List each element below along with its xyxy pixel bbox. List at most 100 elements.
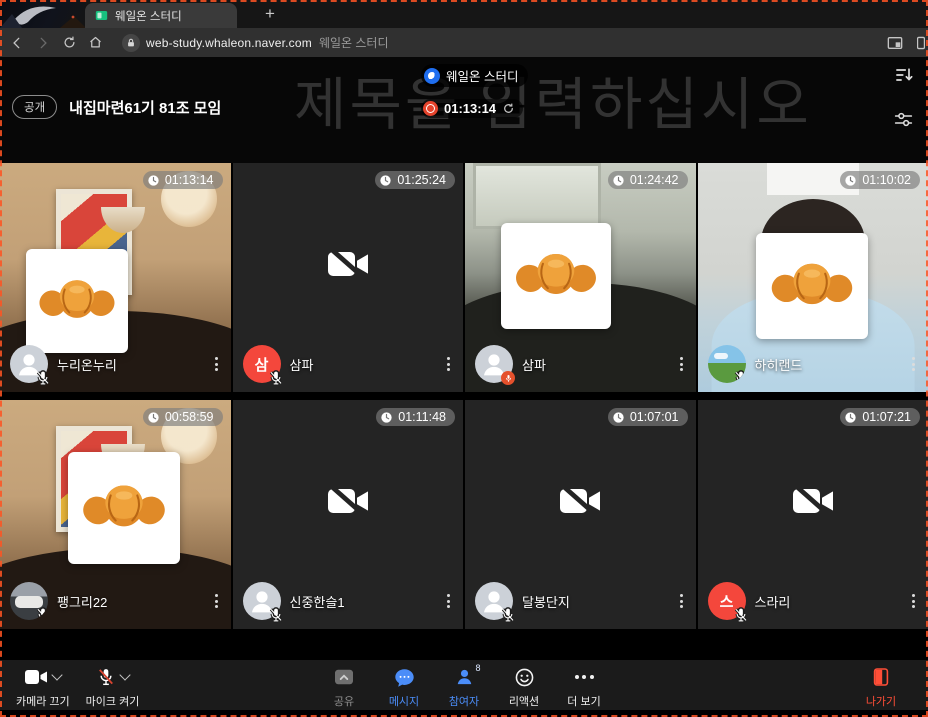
url-page-title: 웨일온 스터디 xyxy=(319,34,389,51)
room-title: 내집마련61기 81조 모임 xyxy=(69,97,221,118)
sync-icon[interactable] xyxy=(502,102,515,115)
mic-muted-icon xyxy=(268,607,284,623)
service-badge-label: 웨일온 스터디 xyxy=(446,66,518,85)
clock-icon xyxy=(844,174,857,187)
leave-door-icon xyxy=(873,667,889,687)
back-icon[interactable] xyxy=(4,32,30,54)
message-button[interactable]: 메시지 xyxy=(381,666,427,709)
chevron-down-icon[interactable] xyxy=(119,669,130,680)
mic-muted-icon xyxy=(268,370,284,386)
sidebar-icon[interactable] xyxy=(916,32,926,54)
participant-tile: 01:11:48 신중한슬1 xyxy=(233,400,464,629)
more-button[interactable]: 더 보기 xyxy=(561,666,607,709)
new-tab-button[interactable]: + xyxy=(258,2,282,26)
browser-url-bar: web-study.whaleon.naver.com 웨일온 스터디 xyxy=(0,28,928,57)
share-icon xyxy=(333,668,355,686)
croissant-image xyxy=(68,452,180,564)
avatar xyxy=(243,582,281,620)
lock-icon[interactable] xyxy=(122,34,140,52)
reaction-button[interactable]: 리액션 xyxy=(501,666,547,709)
tile-menu-button[interactable] xyxy=(907,352,920,376)
filter-icon[interactable] xyxy=(893,109,914,130)
elapsed-time-badge: 01:11:48 xyxy=(376,408,455,426)
mic-on-icon xyxy=(501,371,515,385)
browser-tab[interactable]: 웨일온 스터디 xyxy=(85,3,237,28)
mic-muted-icon xyxy=(96,667,116,687)
chevron-down-icon[interactable] xyxy=(52,669,63,680)
tile-menu-button[interactable] xyxy=(675,589,688,613)
video-decor xyxy=(473,163,601,229)
avatar xyxy=(475,345,513,383)
tile-menu-button[interactable] xyxy=(442,352,455,376)
avatar xyxy=(10,582,48,620)
tile-menu-button[interactable] xyxy=(907,589,920,613)
forward-icon[interactable] xyxy=(30,32,56,54)
camera-off-icon xyxy=(783,477,843,525)
participants-count: 8 xyxy=(475,663,480,673)
participant-tile: 01:13:14 누리온누리 xyxy=(0,163,231,392)
service-badge: 웨일온 스터디 xyxy=(421,64,528,87)
elapsed-time-badge: 01:07:01 xyxy=(608,408,688,426)
participant-tile: 01:07:01 달봉단지 xyxy=(465,400,696,629)
participant-name: 삼파 xyxy=(522,355,546,374)
participant-grid: 01:13:14 누리온누리 01:25:24 삼 삼파 xyxy=(0,163,928,629)
croissant-image xyxy=(501,223,611,329)
mic-muted-icon xyxy=(35,370,51,386)
tile-menu-button[interactable] xyxy=(210,352,223,376)
elapsed-time-badge: 01:07:21 xyxy=(840,408,920,426)
elapsed-time-badge: 01:13:14 xyxy=(143,171,223,189)
elapsed-timer: 01:13:14 xyxy=(421,99,523,118)
participant-tile: 00:58:59 팽그리22 xyxy=(0,400,231,629)
tile-menu-button[interactable] xyxy=(442,589,455,613)
meeting-header: 제목을 입력하십시오 웨일온 스터디 01:13:14 공개 내집마련61기 8… xyxy=(0,57,928,163)
home-icon[interactable] xyxy=(82,32,108,54)
visibility-badge: 공개 xyxy=(12,95,57,119)
camera-off-icon xyxy=(318,477,378,525)
tab-title: 웨일온 스터디 xyxy=(115,8,182,24)
elapsed-time-badge: 00:58:59 xyxy=(143,408,223,426)
tile-menu-button[interactable] xyxy=(210,589,223,613)
avatar xyxy=(475,582,513,620)
clock-icon xyxy=(844,411,857,424)
timer-icon xyxy=(423,101,438,116)
participant-name: 팽그리22 xyxy=(57,592,107,611)
meeting-toolbar: 카메라 끄기 마이크 켜기 xyxy=(0,660,928,710)
elapsed-time: 01:13:14 xyxy=(444,101,496,116)
clock-icon xyxy=(380,411,393,424)
clock-icon xyxy=(379,174,392,187)
participant-name: 스라리 xyxy=(755,592,791,611)
browser-tab-bar: 웨일온 스터디 + xyxy=(0,0,928,28)
clock-icon xyxy=(612,174,625,187)
camera-toggle-button[interactable]: 카메라 끄기 xyxy=(16,666,70,709)
camera-off-icon xyxy=(550,477,610,525)
participants-button[interactable]: 8 참여자 xyxy=(441,666,487,709)
reload-icon[interactable] xyxy=(56,32,82,54)
mic-muted-icon xyxy=(500,607,516,623)
mic-toggle-button[interactable]: 마이크 켜기 xyxy=(86,666,140,709)
split-view-icon[interactable] xyxy=(882,32,908,54)
participant-name: 하히랜드 xyxy=(755,355,803,374)
participants-icon xyxy=(455,667,474,687)
tab-favicon-icon xyxy=(95,9,108,22)
avatar-initial: 스 xyxy=(720,591,734,612)
tile-menu-button[interactable] xyxy=(675,352,688,376)
croissant-image xyxy=(26,249,128,353)
participant-tile: 01:24:42 삼파 xyxy=(465,163,696,392)
participant-name: 신중한슬1 xyxy=(290,592,345,611)
share-button[interactable]: 공유 xyxy=(321,666,367,709)
reaction-smiley-icon xyxy=(514,667,535,688)
message-icon xyxy=(394,667,415,688)
leave-button[interactable]: 나가기 xyxy=(858,666,904,709)
avatar xyxy=(708,345,746,383)
elapsed-time-badge: 01:25:24 xyxy=(375,171,455,189)
avatar: 삼 xyxy=(243,345,281,383)
participant-tile: 01:10:02 하히랜드 xyxy=(698,163,928,392)
browser-theme-artwork xyxy=(0,0,86,28)
participant-tile: 01:07:21 스 스라리 xyxy=(698,400,928,629)
url-domain[interactable]: web-study.whaleon.naver.com xyxy=(146,36,312,50)
elapsed-time-badge: 01:24:42 xyxy=(608,171,688,189)
bottom-strip xyxy=(0,710,928,717)
avatar xyxy=(10,345,48,383)
mic-muted-icon xyxy=(733,607,749,623)
sort-icon[interactable] xyxy=(894,65,914,85)
